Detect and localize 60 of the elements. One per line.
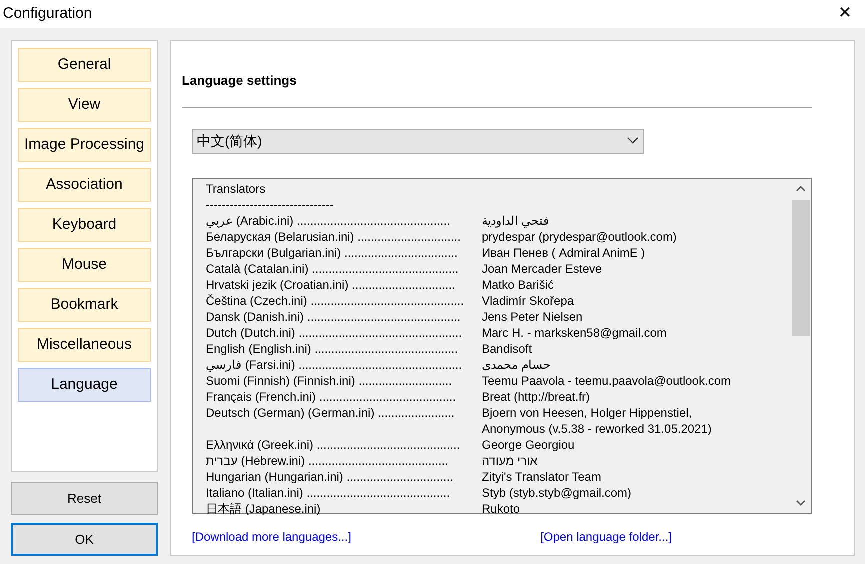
language-name: عربي (Arabic.ini) .............................................. (206, 212, 452, 228)
language-name: Français (French.ini) ......................................... (206, 388, 458, 404)
language-name: Italiano (Italian.ini) ........................................... (206, 484, 452, 500)
window-title: Configuration (3, 4, 92, 24)
separator-line: -------------------------------- (206, 196, 335, 212)
translator-name: Rukoto (482, 500, 520, 516)
sidebar-item[interactable]: General (18, 48, 151, 82)
sidebar-item[interactable]: Association (18, 168, 151, 202)
link[interactable]: [Download more languages...] (192, 528, 352, 546)
language-name: Suomi (Finnish) (Finnish.ini) ............................ (206, 372, 454, 388)
language-name: Български (Bulgarian.ini) .................................. (206, 244, 459, 260)
translator-name: Jens Peter Nielsen (482, 308, 583, 324)
language-name: Hrvatski jezik (Croatian.ini) ............................... (206, 276, 456, 292)
language-name: Hungarian (Hungarian.ini) ................................ (206, 468, 454, 484)
translator-name: Joan Mercader Esteve (482, 260, 602, 276)
scroll-down-icon[interactable] (796, 500, 806, 506)
language-name: English (English.ini) ........................................... (206, 340, 460, 356)
translator-name: حسام محمدی (482, 356, 550, 372)
dialog-button[interactable]: Reset (11, 482, 158, 515)
scroll-up-icon[interactable] (796, 184, 806, 192)
language-name: Беларуская (Belarusian.ini) ............................... (206, 228, 462, 244)
close-button[interactable]: ✕ (825, 0, 865, 28)
sidebar-item[interactable]: Language (18, 368, 151, 402)
sidebar-item[interactable]: Bookmark (18, 288, 151, 322)
translator-name: Styb (styb.styb@gmail.com) (482, 484, 632, 500)
translator-name: فتحي الداودية (482, 212, 550, 228)
language-name: Čeština (Czech.ini) .............................................. (206, 292, 466, 308)
link[interactable]: [Open language folder...] (540, 528, 672, 546)
sidebar-item[interactable]: View (18, 88, 151, 122)
sidebar-item[interactable]: Mouse (18, 248, 151, 282)
sidebar-item[interactable]: Image Processing (18, 128, 151, 162)
dialog-button[interactable]: OK (11, 523, 158, 556)
translator-name: Иван Пенев ( Admiral AnimE ) (482, 244, 646, 260)
language-dropdown[interactable]: 中文(简体) (192, 128, 644, 154)
translator-name: Matko Barišić (482, 276, 554, 292)
chevron-down-icon (627, 137, 639, 145)
translator-name: Teemu Paavola - teemu.paavola@outlook.com (482, 372, 731, 388)
language-name: فارسي (Farsi.ini) ................................................. (206, 356, 464, 372)
translator-name: George Georgiou (482, 436, 575, 452)
translator-name: Bandisoft (482, 340, 532, 356)
translator-name: Breat (http://breat.fr) (482, 388, 590, 404)
translator-name: Marc H. - marksken58@gmail.com (482, 324, 667, 340)
language-name: Català (Catalan.ini) ............................................ (206, 260, 460, 276)
scrollbar-thumb[interactable] (792, 200, 810, 336)
language-name: Dansk (Danish.ini) .............................................. (206, 308, 462, 324)
sidebar-item[interactable]: Miscellaneous (18, 328, 151, 362)
list-heading: Translators (206, 180, 267, 196)
translator-name: prydespar (prydespar@outlook.com) (482, 228, 677, 244)
translator-name: Zityi's Translator Team (482, 468, 602, 484)
language-name: Dutch (Dutch.ini) ................................................. (206, 324, 464, 340)
language-name: עברית (Hebrew.ini) .......................................... (206, 452, 450, 468)
translator-name: Vladimír Skořepa (482, 292, 574, 308)
translator-name: Anonymous (v.5.38 - reworked 31.05.2021) (482, 420, 712, 436)
section-title: Language settings (182, 72, 298, 90)
sidebar-item[interactable]: Keyboard (18, 208, 151, 242)
translator-name: Bjoern von Heesen, Holger Hippenstiel, (482, 404, 692, 420)
language-name: Ελληνικά (Greek.ini) ........................................... (206, 436, 462, 452)
language-name: Deutsch (German) (German.ini) ....................... (206, 404, 456, 420)
language-name: 日本語 (Japanese.ini) (206, 500, 322, 516)
translator-name: אורי מעודה (482, 452, 538, 468)
